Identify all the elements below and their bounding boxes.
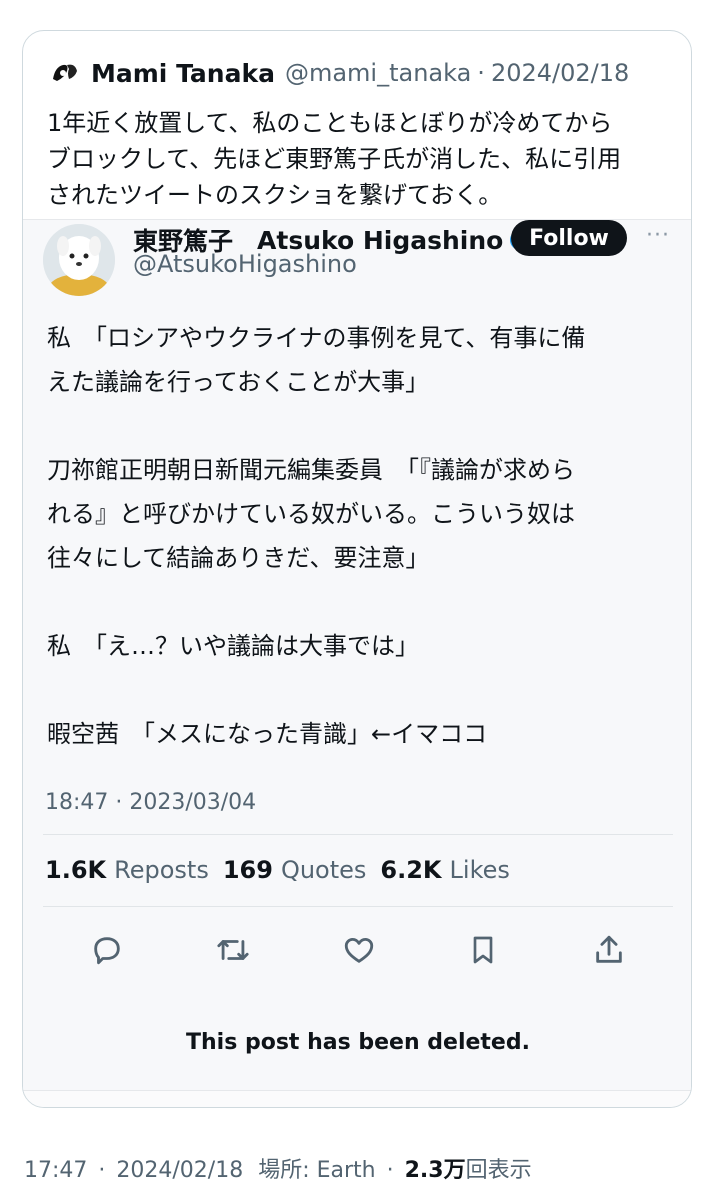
embedded-timestamp[interactable]: 18:47 · 2023/03/04 bbox=[45, 790, 256, 815]
quotes-count: 169 bbox=[222, 856, 273, 884]
quote-date[interactable]: 2024/02/18 bbox=[491, 59, 629, 87]
deleted-notice: This post has been deleted. bbox=[186, 1030, 530, 1055]
likes-count: 6.2K bbox=[380, 856, 442, 884]
separator: · bbox=[386, 1158, 394, 1183]
embedded-tweet-screenshot: 東野篤子 Atsuko Higashino @AtsukoHigashino F… bbox=[23, 219, 691, 1107]
dog-avatar-icon bbox=[43, 224, 115, 296]
view-count: 2.3万 bbox=[404, 1158, 466, 1183]
separator: · bbox=[98, 1158, 106, 1183]
likes-stat[interactable]: 6.2K Likes bbox=[380, 856, 509, 884]
action-bar bbox=[23, 920, 691, 980]
quote-text: 1年近く放置して、私のこともほとぼりが冷めてから ブロックして、先ほど東野篤子氏… bbox=[47, 109, 622, 209]
bookmark-icon bbox=[473, 936, 493, 964]
reply-icon bbox=[94, 937, 120, 965]
share-icon bbox=[596, 935, 622, 963]
divider bbox=[43, 834, 673, 835]
reposts-stat[interactable]: 1.6K Reposts bbox=[45, 856, 209, 884]
reposts-count: 1.6K bbox=[45, 856, 107, 884]
profile-avatar-icon[interactable] bbox=[47, 55, 83, 91]
repost-button[interactable] bbox=[213, 930, 253, 970]
tweet-meta-footer: 17:47 · 2024/02/18 場所: Earth · 2.3万回表示 bbox=[24, 1152, 532, 1184]
quote-author-name[interactable]: Mami Tanaka bbox=[91, 59, 275, 88]
engagement-stats: 1.6K Reposts 169 Quotes 6.2K Likes bbox=[45, 856, 510, 884]
follow-button[interactable]: Follow bbox=[511, 220, 627, 256]
embed-bottom-strip bbox=[23, 1090, 691, 1107]
embedded-author-handle[interactable]: @AtsukoHigashino bbox=[133, 250, 357, 278]
post-time[interactable]: 17:47 bbox=[24, 1158, 87, 1183]
embedded-tweet-text: 私 「ロシアやウクライナの事例を見て、有事に備 えた議論を行っておくことが大事」… bbox=[47, 324, 586, 748]
separator: · bbox=[477, 59, 485, 87]
quotes-label: Quotes bbox=[280, 856, 367, 884]
post-date[interactable]: 2024/02/18 bbox=[116, 1158, 243, 1183]
repost-icon bbox=[217, 940, 249, 960]
post-location: 場所: Earth bbox=[258, 1158, 376, 1183]
reposts-label: Reposts bbox=[114, 856, 209, 884]
more-options-icon[interactable]: ··· bbox=[641, 222, 675, 248]
embedded-avatar[interactable] bbox=[43, 224, 115, 296]
view-label: 回表示 bbox=[465, 1158, 532, 1183]
divider bbox=[43, 906, 673, 907]
quotes-stat[interactable]: 169 Quotes bbox=[223, 856, 367, 884]
share-button[interactable] bbox=[589, 930, 629, 970]
quoted-tweet-card[interactable]: Mami Tanaka @mami_tanaka · 2024/02/18 1年… bbox=[22, 30, 692, 1108]
reply-button[interactable] bbox=[87, 930, 127, 970]
like-button[interactable] bbox=[339, 930, 379, 970]
bookmark-button[interactable] bbox=[463, 930, 503, 970]
like-icon bbox=[344, 937, 374, 963]
likes-label: Likes bbox=[449, 856, 510, 884]
quote-header: Mami Tanaka @mami_tanaka · 2024/02/18 bbox=[47, 53, 629, 93]
quote-author-handle[interactable]: @mami_tanaka bbox=[285, 59, 471, 87]
